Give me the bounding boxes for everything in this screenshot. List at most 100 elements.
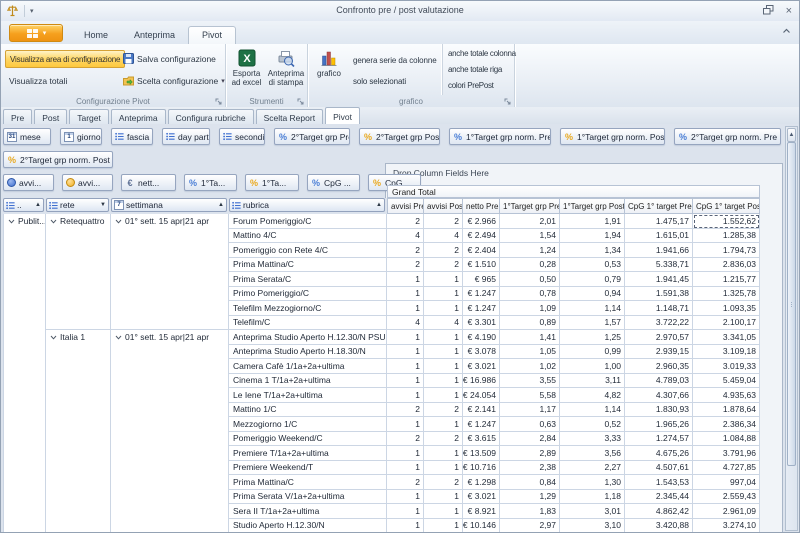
value-cell[interactable]: 4 (424, 316, 463, 331)
tab-post[interactable]: Post (34, 109, 67, 124)
value-cell[interactable]: 0,63 (500, 417, 560, 432)
value-cell[interactable]: 0,99 (560, 345, 625, 360)
value-cell[interactable]: 1 (387, 490, 424, 505)
value-cell[interactable]: 0,78 (500, 287, 560, 302)
value-cell[interactable]: € 1.510 (463, 258, 500, 273)
value-cell[interactable]: 1,02 (500, 359, 560, 374)
value-cell[interactable]: 0,53 (560, 258, 625, 273)
esporta-ad-excel-button[interactable]: X Esporta ad excel (228, 49, 265, 87)
value-cell[interactable]: € 3.021 (463, 490, 500, 505)
value-cell[interactable]: 2 (424, 403, 463, 418)
solo-selezionati-button[interactable]: solo selezionati (353, 77, 406, 86)
column-header-1-target-grp-pre[interactable]: 1°Target grp Pre (500, 198, 560, 214)
rubrica-cell[interactable]: Telefilm/C (229, 316, 387, 331)
rubrica-cell[interactable]: Le Iene T/1a+2a+ultima (229, 388, 387, 403)
rubrica-cell[interactable]: Prima Mattina/C (229, 475, 387, 490)
value-cell[interactable]: 0,52 (560, 417, 625, 432)
value-cell[interactable]: 2,89 (500, 446, 560, 461)
value-cell[interactable]: 1 (424, 461, 463, 476)
value-cell[interactable]: 2 (387, 214, 424, 229)
value-cell[interactable]: 0,89 (500, 316, 560, 331)
value-cell[interactable]: 1,25 (560, 330, 625, 345)
value-cell[interactable]: 1 (424, 519, 463, 533)
ribbon-tab-anteprima[interactable]: Anteprima (121, 27, 188, 44)
value-cell[interactable]: 1,41 (500, 330, 560, 345)
tab-pivot[interactable]: Pivot (325, 107, 360, 124)
value-cell[interactable]: 1 (424, 388, 463, 403)
value-cell[interactable]: 2 (424, 258, 463, 273)
value-cell[interactable]: 1.148,71 (625, 301, 693, 316)
value-cell[interactable]: 1.285,38 (693, 229, 760, 244)
rubrica-cell[interactable]: Telefilm Mezzogiorno/C (229, 301, 387, 316)
value-cell[interactable]: 2,84 (500, 432, 560, 447)
value-cell[interactable]: € 2.494 (463, 229, 500, 244)
value-cell[interactable]: 4.727,85 (693, 461, 760, 476)
value-cell[interactable]: 2.559,43 (693, 490, 760, 505)
value-cell[interactable]: 0,28 (500, 258, 560, 273)
value-cell[interactable]: 1.084,88 (693, 432, 760, 447)
filter-field-day-part[interactable]: day part (162, 128, 210, 145)
expand-chevron-icon[interactable] (115, 335, 122, 340)
genera-serie-da-colonne-button[interactable]: genera serie da colonne (353, 56, 437, 65)
row-field-rubrica[interactable]: rubrica▲ (229, 198, 385, 212)
value-cell[interactable]: 1 (387, 374, 424, 389)
filter-field-2-target-grp-norm-pre[interactable]: %2°Target grp norm. Pre (674, 128, 781, 145)
data-field-avvi[interactable]: avvi... (3, 174, 54, 191)
data-field-cpg[interactable]: %CpG ... (307, 174, 360, 191)
value-cell[interactable]: 1,54 (500, 229, 560, 244)
value-cell[interactable]: 3,33 (560, 432, 625, 447)
group-cell-settimana[interactable]: 01° sett. 15 apr|21 apr (111, 330, 229, 533)
row-field-item[interactable]: ..▲ (3, 198, 44, 212)
value-cell[interactable]: € 13.509 (463, 446, 500, 461)
rubrica-cell[interactable]: Premiere Weekend/T (229, 461, 387, 476)
value-cell[interactable]: 3.274,10 (693, 519, 760, 533)
value-cell[interactable]: 1 (424, 359, 463, 374)
value-cell[interactable]: 2.345,44 (625, 490, 693, 505)
value-cell[interactable]: 1 (424, 287, 463, 302)
column-header-1-target-grp-post[interactable]: 1°Target grp Post (560, 198, 625, 214)
value-cell[interactable]: 3.109,18 (693, 345, 760, 360)
value-cell[interactable]: 1,14 (560, 403, 625, 418)
value-cell[interactable]: € 3.301 (463, 316, 500, 331)
value-cell[interactable]: 2 (387, 258, 424, 273)
dialog-launcher-icon[interactable] (504, 98, 511, 105)
value-cell[interactable]: 3,11 (560, 374, 625, 389)
ribbon-tab-home[interactable]: Home (71, 27, 121, 44)
rubrica-cell[interactable]: Camera Cafè 1/1a+2a+ultima (229, 359, 387, 374)
grand-total-header[interactable]: Grand Total (387, 185, 760, 198)
scrollbar-thumb[interactable] (787, 142, 796, 466)
column-header-avvisi-post[interactable]: avvisi Post (424, 198, 463, 214)
value-cell[interactable]: € 8.921 (463, 504, 500, 519)
value-cell[interactable]: 1 (387, 504, 424, 519)
value-cell[interactable]: 1 (387, 345, 424, 360)
data-field-avvi[interactable]: avvi... (62, 174, 113, 191)
colori-prepost-button[interactable]: colori PrePost (448, 81, 494, 90)
value-cell[interactable]: 1 (387, 272, 424, 287)
value-cell[interactable]: 5.459,04 (693, 374, 760, 389)
value-cell[interactable]: 2.386,34 (693, 417, 760, 432)
value-cell[interactable]: 1 (424, 446, 463, 461)
value-cell[interactable]: 1.274,57 (625, 432, 693, 447)
rubrica-cell[interactable]: Pomeriggio con Rete 4/C (229, 243, 387, 258)
value-cell[interactable]: 1.615,01 (625, 229, 693, 244)
value-cell[interactable]: 3,01 (560, 504, 625, 519)
value-cell[interactable]: 1.941,45 (625, 272, 693, 287)
value-cell[interactable]: 1,14 (560, 301, 625, 316)
rubrica-cell[interactable]: Sera II T/1a+2a+ultima (229, 504, 387, 519)
value-cell[interactable]: 2 (424, 214, 463, 229)
value-cell[interactable]: 4.789,03 (625, 374, 693, 389)
group-cell-settimana[interactable]: 01° sett. 15 apr|21 apr (111, 214, 229, 330)
value-cell[interactable]: 1 (387, 388, 424, 403)
value-cell[interactable]: 1.325,78 (693, 287, 760, 302)
restore-window-button[interactable] (763, 5, 774, 17)
value-cell[interactable]: 2,27 (560, 461, 625, 476)
value-cell[interactable]: 2.960,35 (625, 359, 693, 374)
value-cell[interactable]: 1 (387, 417, 424, 432)
expand-chevron-icon[interactable] (8, 219, 15, 224)
dialog-launcher-icon[interactable] (215, 98, 222, 105)
value-cell[interactable]: € 4.190 (463, 330, 500, 345)
value-cell[interactable]: 2.970,57 (625, 330, 693, 345)
data-field-nett[interactable]: €nett... (121, 174, 176, 191)
value-cell[interactable]: 1.965,26 (625, 417, 693, 432)
tab-scelta-report[interactable]: Scelta Report (256, 109, 324, 124)
